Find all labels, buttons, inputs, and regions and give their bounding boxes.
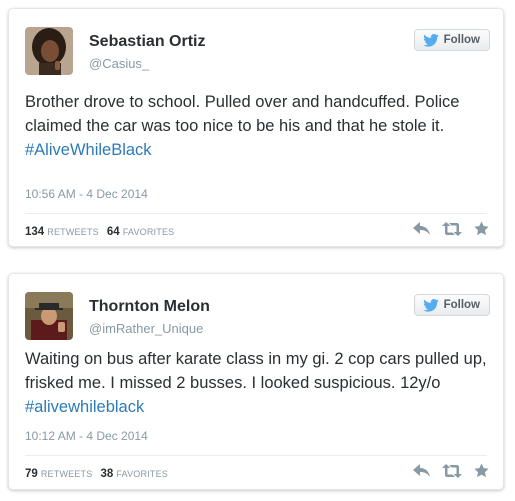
tweet-text: Waiting on bus after karate class in my … <box>25 347 495 419</box>
favorite-stat[interactable]: 38 FAVORITES <box>100 468 168 480</box>
favorite-stat[interactable]: 64 FAVORITES <box>107 226 175 238</box>
divider <box>25 455 487 456</box>
favorite-star-icon[interactable] <box>474 463 489 478</box>
tweet-card: Sebastian Ortiz @Casius_ Follow Brother … <box>8 8 504 247</box>
tweet-body: Waiting on bus after karate class in my … <box>25 350 487 392</box>
reply-icon[interactable] <box>413 463 430 478</box>
hashtag-link[interactable]: #alivewhileblack <box>25 398 144 416</box>
favorite-count: 38 <box>100 468 114 480</box>
timestamp[interactable]: 10:12 AM - 4 Dec 2014 <box>25 429 148 443</box>
twitter-bird-icon <box>422 298 439 312</box>
retweet-icon[interactable] <box>442 463 462 478</box>
favorite-count: 64 <box>106 226 120 238</box>
follow-button[interactable]: Follow <box>413 29 490 51</box>
retweet-icon[interactable] <box>442 221 462 236</box>
avatar[interactable] <box>25 27 73 75</box>
tweet-card: Thornton Melon @imRather_Unique Follow W… <box>8 273 504 490</box>
tweet-stats: 134 RETWEETS 64 FAVORITES <box>25 226 174 238</box>
tweet-text: Brother drove to school. Pulled over and… <box>25 90 495 162</box>
tweet-actions <box>413 221 489 236</box>
tweet-actions <box>413 463 489 478</box>
timestamp[interactable]: 10:56 AM - 4 Dec 2014 <box>25 187 148 201</box>
tweet-stats: 79 RETWEETS 38 FAVORITES <box>25 468 168 480</box>
retweet-label: RETWEETS <box>47 227 99 237</box>
twitter-bird-icon <box>422 33 439 47</box>
favorite-label: FAVORITES <box>116 469 168 479</box>
retweet-stat[interactable]: 79 RETWEETS <box>25 468 92 480</box>
retweet-count: 134 <box>25 226 45 238</box>
favorite-star-icon[interactable] <box>474 221 489 236</box>
hashtag-link[interactable]: #AliveWhileBlack <box>25 141 152 159</box>
author-handle[interactable]: @imRather_Unique <box>89 321 203 336</box>
avatar[interactable] <box>25 292 73 340</box>
retweet-label: RETWEETS <box>40 469 93 479</box>
tweet-body: Brother drove to school. Pulled over and… <box>25 93 460 135</box>
follow-label: Follow <box>443 34 480 46</box>
author-handle[interactable]: @Casius_ <box>89 56 149 71</box>
favorite-label: FAVORITES <box>122 227 175 237</box>
reply-icon[interactable] <box>413 221 430 236</box>
follow-button[interactable]: Follow <box>413 294 490 316</box>
author-name[interactable]: Thornton Melon <box>89 298 210 316</box>
follow-label: Follow <box>443 299 480 311</box>
retweet-stat[interactable]: 134 RETWEETS <box>25 226 99 238</box>
author-name[interactable]: Sebastian Ortiz <box>89 33 205 51</box>
retweet-count: 79 <box>25 468 38 480</box>
divider <box>25 213 487 214</box>
